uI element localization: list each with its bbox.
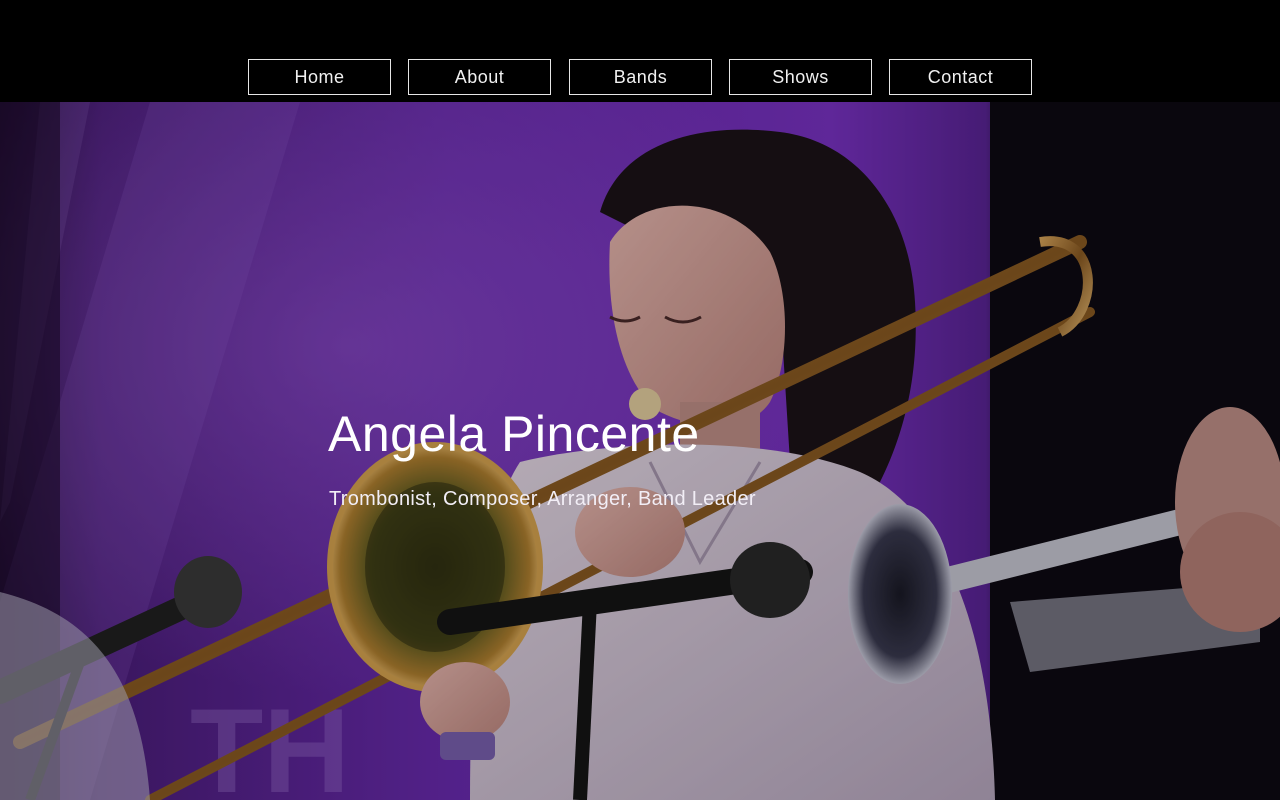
hero-section: TH bbox=[0, 102, 1280, 800]
nav-about[interactable]: About bbox=[408, 59, 551, 95]
nav-shows[interactable]: Shows bbox=[729, 59, 872, 95]
hero-title: Angela Pincente bbox=[328, 406, 700, 462]
hero-subtitle: Trombonist, Composer, Arranger, Band Lea… bbox=[329, 488, 756, 510]
nav-contact[interactable]: Contact bbox=[889, 59, 1032, 95]
nav-home[interactable]: Home bbox=[248, 59, 391, 95]
top-navigation-bar: Home About Bands Shows Contact bbox=[0, 0, 1280, 102]
page: Home About Bands Shows Contact Angela Pi… bbox=[0, 0, 1280, 800]
nav-bands[interactable]: Bands bbox=[569, 59, 712, 95]
